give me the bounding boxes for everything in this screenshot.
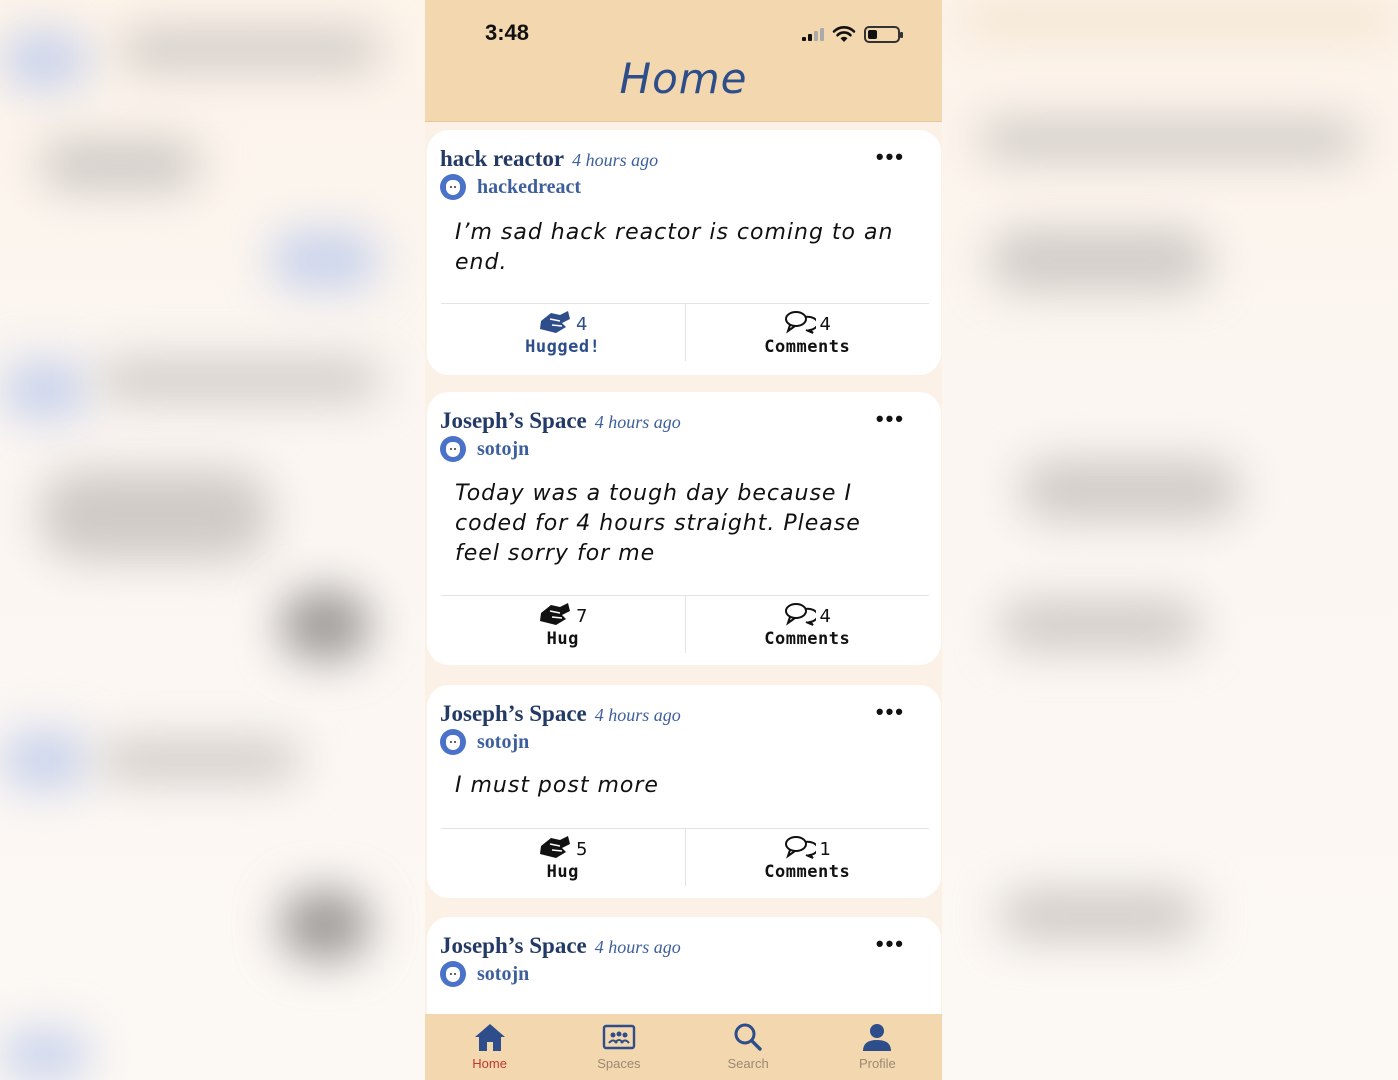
post-card[interactable]: Joseph’s Space 4 hours ago sotojn ••• I … [427,685,941,898]
post-card[interactable]: Joseph’s Space 4 hours ago sotojn ••• To… [427,392,941,665]
username[interactable]: hackedreact [477,176,581,199]
hug-count: 4 [576,313,588,335]
hug-label: Hugged! [525,336,601,357]
more-options-button[interactable]: ••• [876,408,905,430]
more-options-button[interactable]: ••• [876,701,905,723]
comment-count: 4 [819,605,831,627]
comments-label: Comments [764,336,851,357]
post-body: Today was a tough day because I coded fo… [455,481,861,566]
avatar[interactable] [440,436,466,462]
hug-button[interactable]: 7 Hug [441,596,685,653]
home-icon [474,1024,505,1051]
profile-icon [863,1024,892,1051]
more-options-button[interactable]: ••• [876,933,905,955]
phone-screen: 3:48 Home hack reactor 4 hours ago hacke… [425,0,942,1080]
wifi-icon [832,26,856,42]
more-options-button[interactable]: ••• [876,146,905,168]
post-time: 4 hours ago [572,150,659,170]
space-name[interactable]: Joseph’s Space [440,408,587,433]
tab-profile[interactable]: Profile [813,1014,942,1080]
comments-icon [784,835,816,859]
post-time: 4 hours ago [594,937,681,957]
space-name[interactable]: hack reactor [440,146,564,171]
comments-button[interactable]: 1 Comments [684,829,930,886]
hug-label: Hug [546,861,579,882]
tab-search[interactable]: Search [684,1014,813,1080]
comments-button[interactable]: 4 Comments [684,596,930,653]
tab-label: Home [472,1056,507,1071]
hug-icon [540,602,571,625]
tab-label: Search [727,1056,769,1071]
post-card[interactable]: hack reactor 4 hours ago hackedreact •••… [427,130,941,375]
comments-icon [784,310,816,334]
post-time: 4 hours ago [594,412,681,432]
tab-bar: Home Spaces Search Profile [425,1014,942,1080]
hug-icon [540,835,571,858]
comments-label: Comments [764,628,851,649]
comments-icon [784,602,816,626]
space-name[interactable]: Joseph’s Space [440,701,587,726]
search-icon [734,1023,762,1051]
status-icons [802,22,903,46]
post-body: I’m sad hack reactor is coming to an end… [455,220,894,275]
hug-button[interactable]: 5 Hug [441,829,685,886]
page-title: Home [619,54,748,103]
tab-label: Profile [858,1056,896,1071]
comment-count: 1 [819,838,831,860]
hug-button[interactable]: 4 Hugged! [441,304,685,361]
hug-label: Hug [546,628,579,649]
avatar[interactable] [440,961,466,987]
hug-count: 7 [576,605,588,627]
username[interactable]: sotojn [477,963,529,986]
battery-icon [864,25,903,43]
hug-icon [540,310,571,333]
app-header: 3:48 Home [425,0,942,122]
cellular-signal-icon [802,27,824,41]
post-time: 4 hours ago [594,705,681,725]
hug-count: 5 [576,838,588,860]
username[interactable]: sotojn [477,438,529,461]
spaces-icon [602,1024,636,1050]
post-body: I must post more [455,773,659,798]
avatar[interactable] [440,174,466,200]
comments-label: Comments [764,861,851,882]
avatar[interactable] [440,729,466,755]
username[interactable]: sotojn [477,731,529,754]
tab-home[interactable]: Home [425,1014,554,1080]
status-time: 3:48 [485,20,530,45]
tab-label: Spaces [597,1056,641,1071]
comments-button[interactable]: 4 Comments [684,304,930,361]
tab-spaces[interactable]: Spaces [554,1014,683,1080]
comment-count: 4 [819,313,831,335]
space-name[interactable]: Joseph’s Space [440,933,587,958]
